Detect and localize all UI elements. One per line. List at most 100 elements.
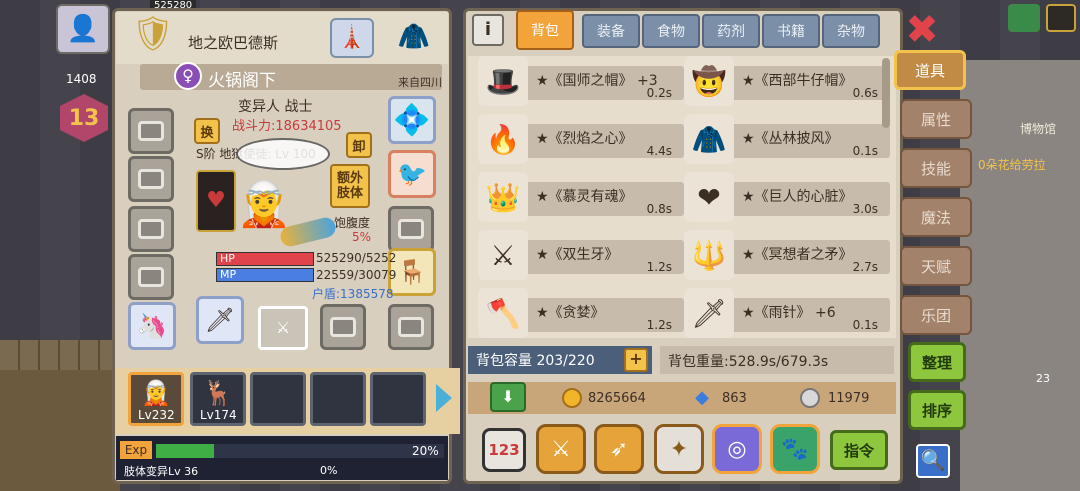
mutation-label: 肢体变异Lv 36 — [124, 465, 199, 478]
hero-title: 地之欧巴德斯 — [188, 34, 279, 52]
side-tab-5[interactable]: 乐团 — [900, 295, 972, 335]
numbered-list-icon[interactable]: 123 — [482, 428, 526, 472]
tab-0[interactable]: 背包 — [516, 10, 574, 50]
side-tab-label: 乐团 — [920, 306, 951, 325]
extra-limb-button[interactable]: 额外 肢体 — [330, 164, 370, 208]
item-name: ★《烈焰之心》 — [536, 131, 633, 147]
unicorn-icon[interactable]: 🦄 — [128, 302, 176, 350]
tab-1[interactable]: 装备 — [582, 14, 640, 48]
equip-slot-3[interactable] — [128, 206, 174, 252]
inventory-item[interactable]: 🤠 ★《西部牛仔帽》 0.6s — [684, 56, 890, 110]
tab-5[interactable]: 杂物 — [822, 14, 880, 48]
tab-4[interactable]: 书籍 — [762, 14, 820, 48]
item-name: ★《雨针》 +6 — [742, 305, 836, 321]
item-icon: 🤠 — [684, 56, 734, 106]
map-icon[interactable] — [1008, 4, 1040, 32]
command-button[interactable]: 指令 — [830, 430, 888, 470]
skill-slash-icon[interactable]: ⚔ — [536, 424, 586, 474]
speech-bubble — [236, 138, 330, 170]
portal-icon[interactable]: ◎ — [712, 424, 762, 474]
party-member-1-level: Lv232 — [138, 408, 175, 422]
shuriken-icon[interactable]: ✦ — [654, 424, 704, 474]
item-icon: 🪓 — [478, 288, 528, 338]
item-icon: 🎩 — [478, 56, 528, 106]
player-avatar[interactable]: 👤 — [56, 4, 110, 54]
organize-button[interactable]: 整理 — [908, 342, 966, 382]
item-weight: 0.6s — [852, 86, 878, 100]
mutation-percent: 0% — [320, 464, 338, 477]
item-list-scrollbar[interactable] — [882, 58, 890, 128]
swap-button[interactable]: 换 — [194, 118, 220, 144]
inventory-item[interactable]: 🪓 ★《贪婪》 1.2s — [478, 288, 684, 342]
expand-bag-button[interactable]: + — [624, 348, 648, 372]
hero-name: 火锅阁下 — [208, 71, 276, 91]
party-slot-5[interactable] — [370, 372, 426, 426]
inventory-item[interactable]: ❤ ★《巨人的心脏》 3.0s — [684, 172, 890, 226]
equip-slot-2[interactable] — [128, 156, 174, 202]
item-name: ★《国师之帽》 +3 — [536, 73, 658, 89]
gold-amount: 8265664 — [588, 391, 646, 406]
item-name: ★《双生牙》 — [536, 247, 619, 263]
phoenix-icon[interactable]: 🐦 — [388, 150, 436, 198]
tab-3[interactable]: 药剂 — [702, 14, 760, 48]
item-icon: 🗡 — [684, 288, 734, 338]
equip-slot-1[interactable] — [128, 108, 174, 154]
party-slot-3[interactable] — [250, 372, 306, 426]
party-slot-4[interactable] — [310, 372, 366, 426]
inventory-item[interactable]: 🧥 ★《丛林披风》 0.1s — [684, 114, 890, 168]
shield-value: 户盾:1385578 — [312, 287, 394, 301]
item-icon: ⚔ — [478, 230, 528, 280]
side-tab-1[interactable]: 属性 — [900, 99, 972, 139]
card-heart-icon: ♥ — [196, 170, 236, 232]
hanger-icon[interactable]: 🧥 — [386, 18, 442, 58]
inventory-item[interactable]: ⚔ ★《双生牙》 1.2s — [478, 230, 684, 284]
search-icon[interactable]: 🔍 — [916, 444, 950, 478]
tab-label: 药剂 — [717, 24, 745, 40]
side-tab-label: 魔法 — [920, 208, 951, 227]
party-next-arrow-icon[interactable] — [436, 384, 452, 412]
equip-slot-6[interactable] — [320, 304, 366, 350]
item-weight: 2.7s — [852, 260, 878, 274]
tab-label: 装备 — [597, 24, 625, 40]
item-weight: 1.2s — [646, 318, 672, 332]
inventory-item[interactable]: 🗡 ★《雨针》 +6 0.1s — [684, 288, 890, 342]
unequip-button[interactable]: 卸 — [346, 132, 372, 158]
weapon-sword-icon[interactable]: 🗡 — [196, 296, 244, 344]
skill-arrow-icon[interactable]: ➶ — [594, 424, 644, 474]
empty-weapon-slot[interactable]: ⚔ — [258, 306, 308, 350]
amulet-icon[interactable]: 💠 — [388, 96, 436, 144]
gold-small: 1408 — [66, 72, 97, 86]
item-name: ★《丛林披风》 — [742, 131, 839, 147]
tab-label: 背包 — [531, 23, 559, 39]
item-icon: 🔱 — [684, 230, 734, 280]
side-tab-2[interactable]: 技能 — [900, 148, 972, 188]
tower-icon[interactable]: 🗼 — [330, 18, 374, 58]
inventory-item[interactable]: 🔥 ★《烈焰之心》 4.4s — [478, 114, 684, 168]
side-tab-3[interactable]: 魔法 — [900, 197, 972, 237]
tab-2[interactable]: 食物 — [642, 14, 700, 48]
download-icon[interactable]: ⬇ — [490, 382, 526, 412]
close-icon[interactable]: ✖ — [904, 10, 940, 50]
museum-label: 博物馆 — [1020, 122, 1057, 136]
side-tab-label: 道具 — [914, 61, 945, 80]
sort-button[interactable]: 排序 — [908, 390, 966, 430]
item-icon: ❤ — [684, 172, 734, 222]
item-weight: 1.2s — [646, 260, 672, 274]
equip-slot-7[interactable] — [388, 304, 434, 350]
item-weight: 3.0s — [852, 202, 878, 216]
info-icon[interactable]: i — [472, 14, 504, 46]
inventory-item[interactable]: 🎩 ★《国师之帽》 +3 0.2s — [478, 56, 684, 110]
item-weight: 4.4s — [646, 144, 672, 158]
side-tab-4[interactable]: 天赋 — [900, 246, 972, 286]
equip-slot-4[interactable] — [128, 254, 174, 300]
exit-icon[interactable] — [1046, 4, 1076, 32]
paw-icon[interactable]: 🐾 — [770, 424, 820, 474]
side-tab-label: 技能 — [920, 159, 951, 178]
item-weight: 0.1s — [852, 318, 878, 332]
inventory-item[interactable]: 🔱 ★《冥想者之矛》 2.7s — [684, 230, 890, 284]
side-tab-0[interactable]: 道具 — [894, 50, 966, 90]
equip-slot-5[interactable] — [388, 206, 434, 252]
item-weight: 0.2s — [646, 86, 672, 100]
inventory-item[interactable]: 👑 ★《慕灵有魂》 0.8s — [478, 172, 684, 226]
silver-amount: 11979 — [828, 391, 870, 406]
